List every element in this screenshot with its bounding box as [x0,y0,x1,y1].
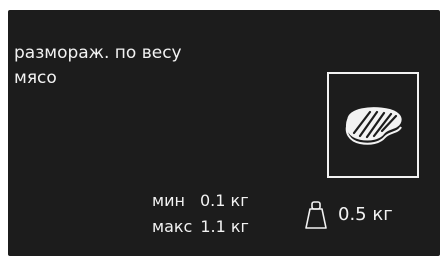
weight-icon [305,201,327,229]
weight-range: мин 0.1 кг макс 1.1 кг [152,188,249,240]
meat-steak-icon [345,107,402,145]
selected-weight[interactable]: 0.5 кг [338,204,393,226]
food-category-tile[interactable] [327,72,419,178]
min-label: мин [152,191,185,210]
max-label: макс [152,217,193,236]
max-value: 1.1 кг [200,217,249,236]
mode-title: размораж. по весу [14,43,182,63]
min-weight-row: мин 0.1 кг [152,188,249,214]
display-screen: размораж. по весу мясо мин 0.1 кг макс 1… [8,10,440,256]
min-value: 0.1 кг [200,191,249,210]
food-type-label[interactable]: мясо [14,68,57,88]
max-weight-row: макс 1.1 кг [152,214,249,240]
